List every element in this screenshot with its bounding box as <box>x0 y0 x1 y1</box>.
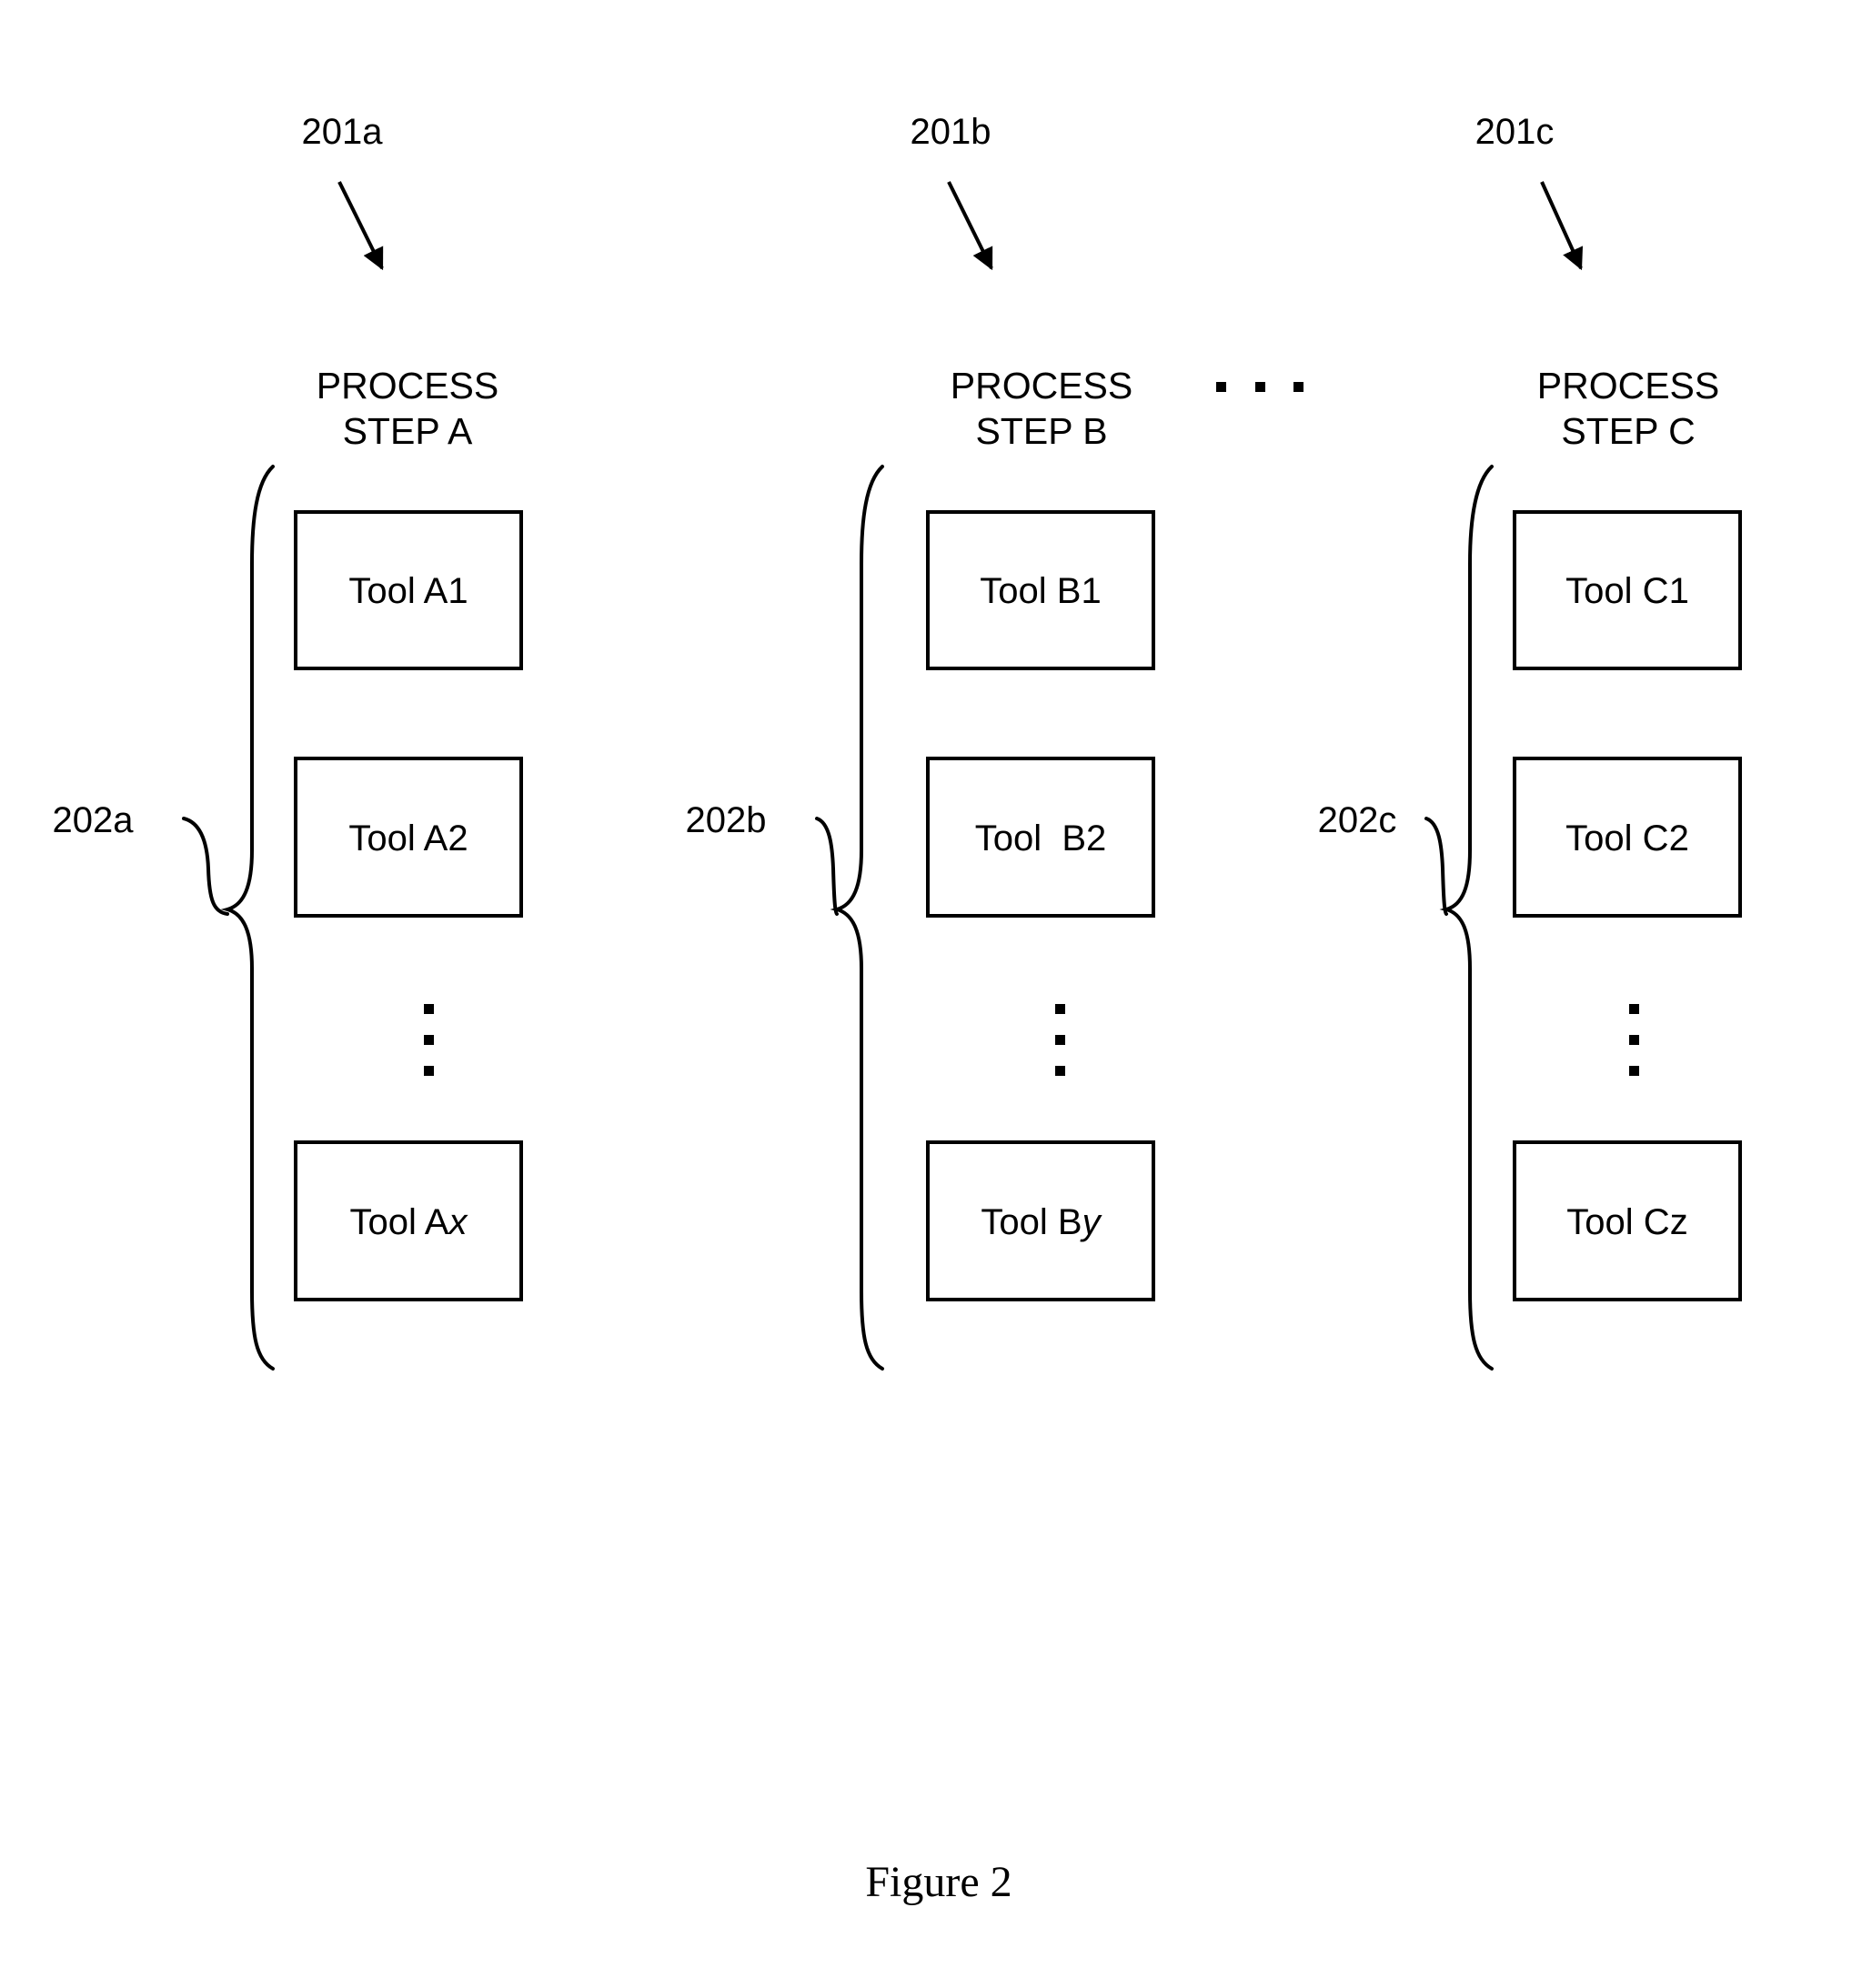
tool-label: Tool B <box>980 571 1081 611</box>
process-column-b: 201b PROCESS STEP B 202b Tool B1 Tool B2… <box>686 112 1155 1371</box>
tool-index: 2 <box>448 818 468 858</box>
tool-label: Tool A <box>350 1202 449 1242</box>
svg-text:Tool A1: Tool A1 <box>348 571 468 611</box>
tool-index: 1 <box>1081 571 1101 611</box>
group-label-202a: 202a <box>53 800 135 840</box>
vertical-ellipsis-icon <box>1629 1004 1639 1076</box>
figure-canvas: 201a PROCESS STEP A 202a Tool A1 Tool A2… <box>53 112 1742 1906</box>
tool-box: Tool A1 <box>294 510 523 670</box>
tool-box: Tool A2 <box>294 757 523 918</box>
curly-brace-icon <box>220 465 275 1371</box>
tool-box: Tool By <box>926 1140 1155 1301</box>
reference-arrow-icon <box>1540 181 1584 271</box>
reference-label-201a: 201a <box>302 112 384 152</box>
svg-text:Tool By: Tool By <box>981 1202 1102 1242</box>
tool-label: Tool A <box>348 571 448 611</box>
curly-brace-icon <box>830 465 884 1371</box>
tool-label: Tool A <box>348 818 448 858</box>
tool-label: Tool B <box>975 818 1086 858</box>
svg-text:Tool B2: Tool B2 <box>975 818 1107 858</box>
leader-line-icon <box>182 817 229 916</box>
reference-label-201b: 201b <box>911 112 991 152</box>
svg-text:Tool Ax: Tool Ax <box>350 1202 469 1242</box>
tool-box: Tool B1 <box>926 510 1155 670</box>
horizontal-ellipsis-icon <box>1216 382 1303 392</box>
tool-index: 1 <box>448 571 468 611</box>
group-label-202b: 202b <box>686 800 767 840</box>
reference-arrow-icon <box>947 181 993 271</box>
tool-index: x <box>447 1202 468 1242</box>
tool-label: Tool C <box>1565 818 1668 858</box>
group-label-202c: 202c <box>1318 800 1397 840</box>
svg-text:Tool Cz: Tool Cz <box>1566 1202 1687 1242</box>
tool-box: Tool Cz <box>1513 1140 1742 1301</box>
tool-index: z <box>1670 1202 1688 1242</box>
reference-label-201c: 201c <box>1475 112 1555 152</box>
process-step-title-line2: STEP B <box>975 410 1107 452</box>
leader-line-icon <box>815 817 839 916</box>
tool-box: Tool C2 <box>1513 757 1742 918</box>
tool-label: Tool B <box>981 1202 1082 1242</box>
figure-caption: Figure 2 <box>865 1858 1012 1906</box>
svg-text:Tool B1: Tool B1 <box>980 571 1101 611</box>
process-column-c: 201c PROCESS STEP C 202c Tool C1 Tool C2… <box>1318 112 1742 1371</box>
curly-brace-icon <box>1439 465 1494 1371</box>
tool-box: Tool B2 <box>926 757 1155 918</box>
process-step-title-line2: STEP C <box>1561 410 1695 452</box>
tool-index: 1 <box>1669 571 1689 611</box>
process-step-title-line1: PROCESS <box>1537 365 1720 407</box>
process-step-title-line1: PROCESS <box>951 365 1133 407</box>
process-step-title-line1: PROCESS <box>317 365 499 407</box>
vertical-ellipsis-icon <box>1055 1004 1065 1076</box>
tool-label: Tool C <box>1566 1202 1669 1242</box>
process-column-a: 201a PROCESS STEP A 202a Tool A1 Tool A2… <box>53 112 523 1371</box>
tool-index: 2 <box>1086 818 1106 858</box>
vertical-ellipsis-icon <box>424 1004 434 1076</box>
tool-index: 2 <box>1669 818 1689 858</box>
leader-line-icon <box>1424 817 1448 916</box>
svg-text:Tool C2: Tool C2 <box>1565 818 1689 858</box>
reference-arrow-icon <box>337 181 384 271</box>
tool-index: y <box>1080 1202 1103 1242</box>
tool-label: Tool C <box>1565 571 1668 611</box>
svg-text:Tool C1: Tool C1 <box>1565 571 1689 611</box>
tool-box: Tool Ax <box>294 1140 523 1301</box>
svg-text:Tool A2: Tool A2 <box>348 818 468 858</box>
process-step-title-line2: STEP A <box>343 410 473 452</box>
tool-box: Tool C1 <box>1513 510 1742 670</box>
